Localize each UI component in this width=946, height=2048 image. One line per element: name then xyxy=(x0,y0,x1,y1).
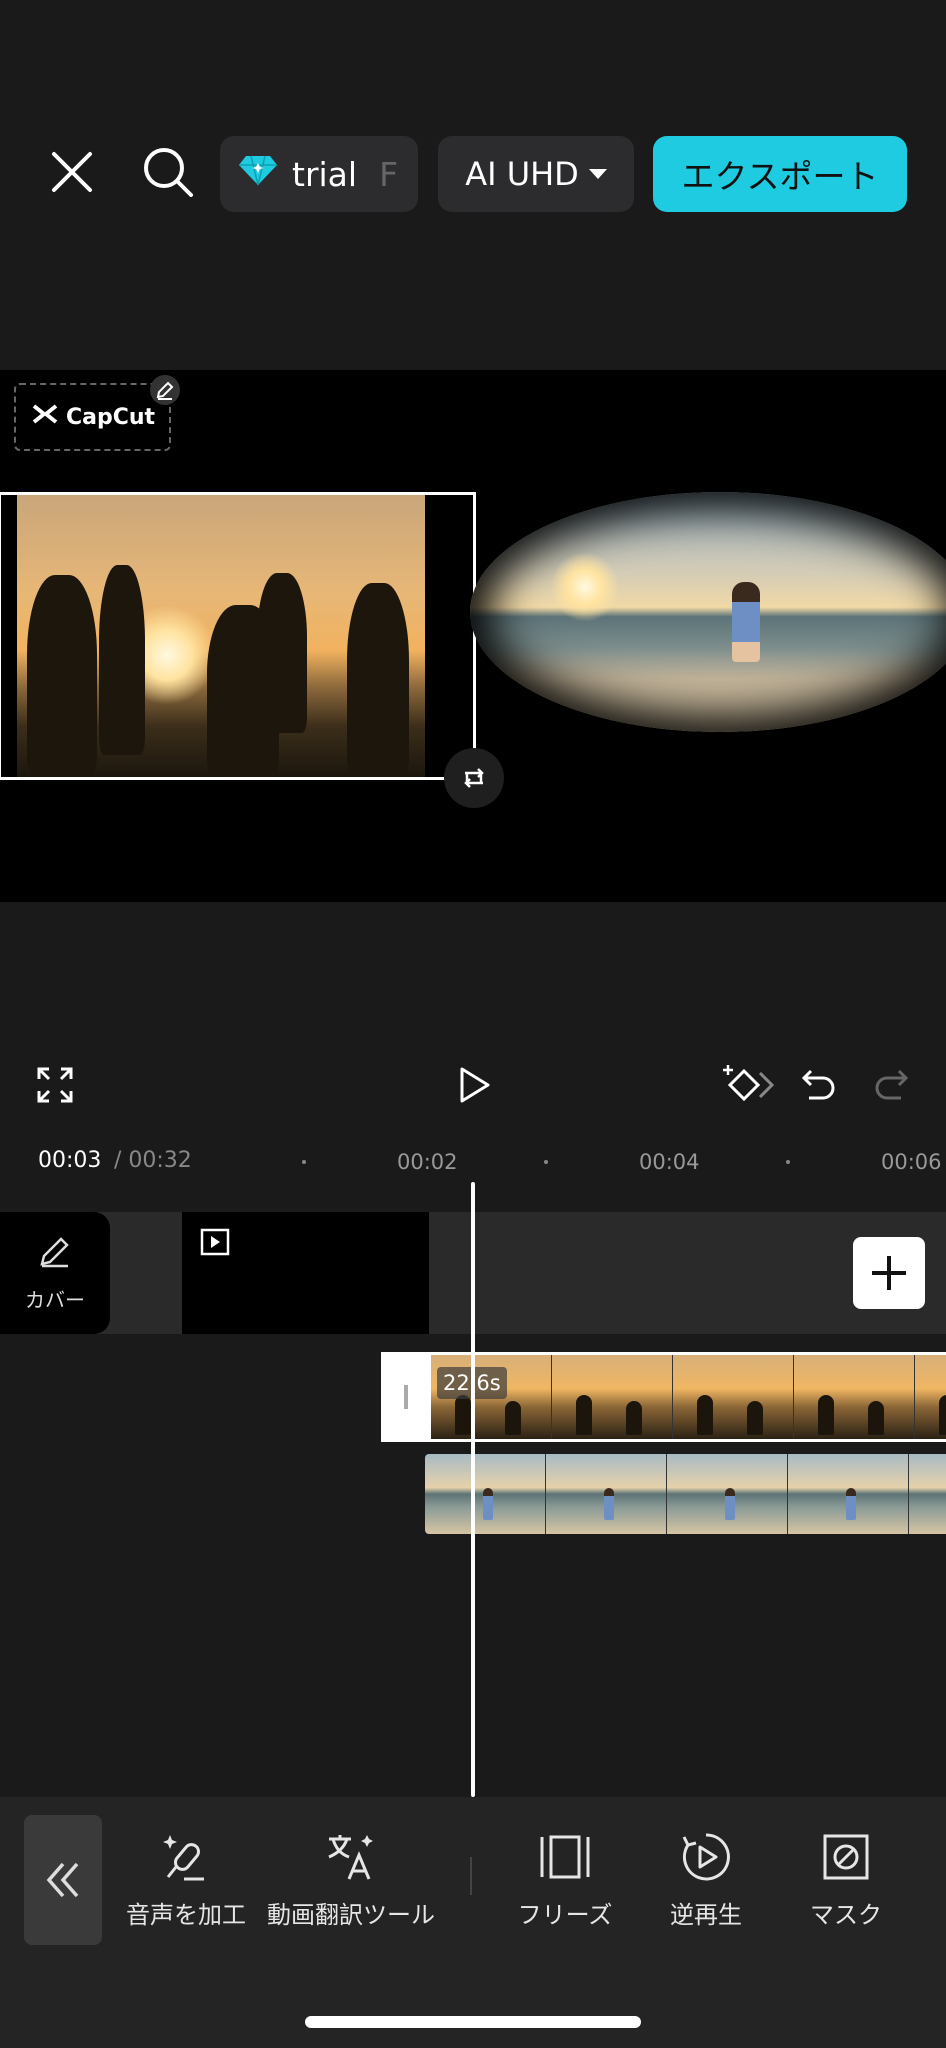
tool-freeze[interactable]: フリーズ xyxy=(512,1827,618,1930)
home-indicator[interactable] xyxy=(305,2016,641,2028)
trim-handle-left[interactable] xyxy=(381,1355,431,1439)
video-clip-icon xyxy=(200,1228,230,1260)
thumbnail-frame xyxy=(788,1454,909,1534)
thumbnail-frame xyxy=(794,1355,915,1439)
black-intro-clip[interactable] xyxy=(182,1212,429,1334)
tool-label: フリーズ xyxy=(517,1901,613,1929)
beach-girl-clip-oval-mask[interactable] xyxy=(470,492,946,732)
plus-icon xyxy=(872,1256,906,1290)
child-silhouette xyxy=(347,583,409,777)
tool-reverse[interactable]: 逆再生 xyxy=(660,1827,752,1930)
clip-thumbnails xyxy=(431,1355,946,1439)
play-icon[interactable] xyxy=(448,1060,498,1110)
capcut-logo-icon xyxy=(30,402,60,433)
undo-icon[interactable] xyxy=(794,1060,844,1110)
tool-video-translate[interactable]: 動画翻訳ツール xyxy=(266,1827,436,1930)
keyframe-add-icon[interactable] xyxy=(720,1060,780,1110)
thumbnail-frame xyxy=(667,1454,788,1534)
tool-label: 逆再生 xyxy=(670,1901,742,1929)
double-chevron-left-icon xyxy=(46,1862,79,1898)
diamond-icon xyxy=(238,154,278,194)
timeline-ruler[interactable]: 00:03 / 00:32 00:02 00:04 00:06 xyxy=(0,1132,946,1188)
pencil-icon xyxy=(37,1233,73,1274)
translate-icon xyxy=(323,1827,379,1887)
thumbnail-frame xyxy=(673,1355,794,1439)
cover-button[interactable]: カバー xyxy=(0,1212,110,1334)
bottom-toolbar: 音声を加工 動画翻訳ツール フリーズ 逆再生 マスク xyxy=(0,1797,946,2048)
voice-effect-icon xyxy=(158,1827,214,1887)
thumbnail-frame xyxy=(552,1355,673,1439)
girl-figure xyxy=(732,582,760,662)
tool-label: マスク xyxy=(810,1901,882,1929)
reverse-icon xyxy=(680,1827,732,1887)
ruler-tick-label: 00:06 xyxy=(881,1150,942,1174)
main-video-clip-selected[interactable]: 22.6s xyxy=(381,1352,946,1442)
ruler-dot xyxy=(302,1160,306,1164)
tool-label: 動画翻訳ツール xyxy=(267,1901,435,1929)
thumbnail-frame xyxy=(915,1355,946,1439)
total-duration: / 00:32 xyxy=(114,1148,192,1173)
tool-label: 音声を加工 xyxy=(126,1901,246,1929)
overlay-beach-clip[interactable] xyxy=(425,1454,946,1534)
sun-glow xyxy=(550,552,620,622)
watermark-text: CapCut xyxy=(65,404,156,430)
pencil-icon[interactable] xyxy=(150,375,180,405)
video-preview[interactable]: CapCut xyxy=(0,370,946,902)
top-bar: trial F AI UHD エクスポート xyxy=(0,0,946,370)
tool-mask[interactable]: マスク xyxy=(800,1827,892,1930)
trial-overflow-text: F xyxy=(379,154,399,194)
fullscreen-icon[interactable] xyxy=(30,1060,80,1110)
tool-voice-effect[interactable]: 音声を加工 xyxy=(126,1827,246,1930)
caret-down-icon xyxy=(588,169,607,179)
ruler-tick-label: 00:02 xyxy=(397,1150,458,1174)
child-silhouette xyxy=(27,575,97,775)
child-silhouette xyxy=(99,565,145,755)
selected-clip-children-sunset[interactable] xyxy=(0,492,476,780)
export-button[interactable]: エクスポート xyxy=(653,136,907,212)
ruler-dot xyxy=(544,1160,548,1164)
search-icon[interactable] xyxy=(136,140,200,204)
ruler-dot xyxy=(786,1160,790,1164)
collapse-back-button[interactable] xyxy=(24,1815,102,1945)
mask-icon xyxy=(821,1827,871,1887)
playhead[interactable] xyxy=(471,1182,475,1797)
child-silhouette xyxy=(257,573,307,733)
thumbnail-frame xyxy=(546,1454,667,1534)
rotate-handle-icon[interactable] xyxy=(444,748,504,808)
resolution-label: AI UHD xyxy=(465,155,579,193)
cover-label: カバー xyxy=(25,1288,85,1312)
toolbar-divider xyxy=(470,1857,472,1895)
add-clip-button[interactable] xyxy=(853,1237,925,1309)
player-controls xyxy=(0,1040,946,1130)
sunset-children-image xyxy=(17,495,425,777)
redo-icon[interactable] xyxy=(866,1060,916,1110)
trial-label: trial xyxy=(292,154,358,194)
freeze-icon xyxy=(537,1827,593,1887)
ruler-tick-label: 00:04 xyxy=(639,1150,700,1174)
current-time: 00:03 xyxy=(38,1148,102,1173)
trial-pro-button[interactable]: trial F xyxy=(220,136,418,212)
thumbnail-frame xyxy=(425,1454,546,1534)
resolution-dropdown[interactable]: AI UHD xyxy=(438,136,634,212)
thumbnail-frame xyxy=(909,1454,946,1534)
close-icon[interactable] xyxy=(40,140,104,204)
capcut-watermark[interactable]: CapCut xyxy=(14,383,171,451)
